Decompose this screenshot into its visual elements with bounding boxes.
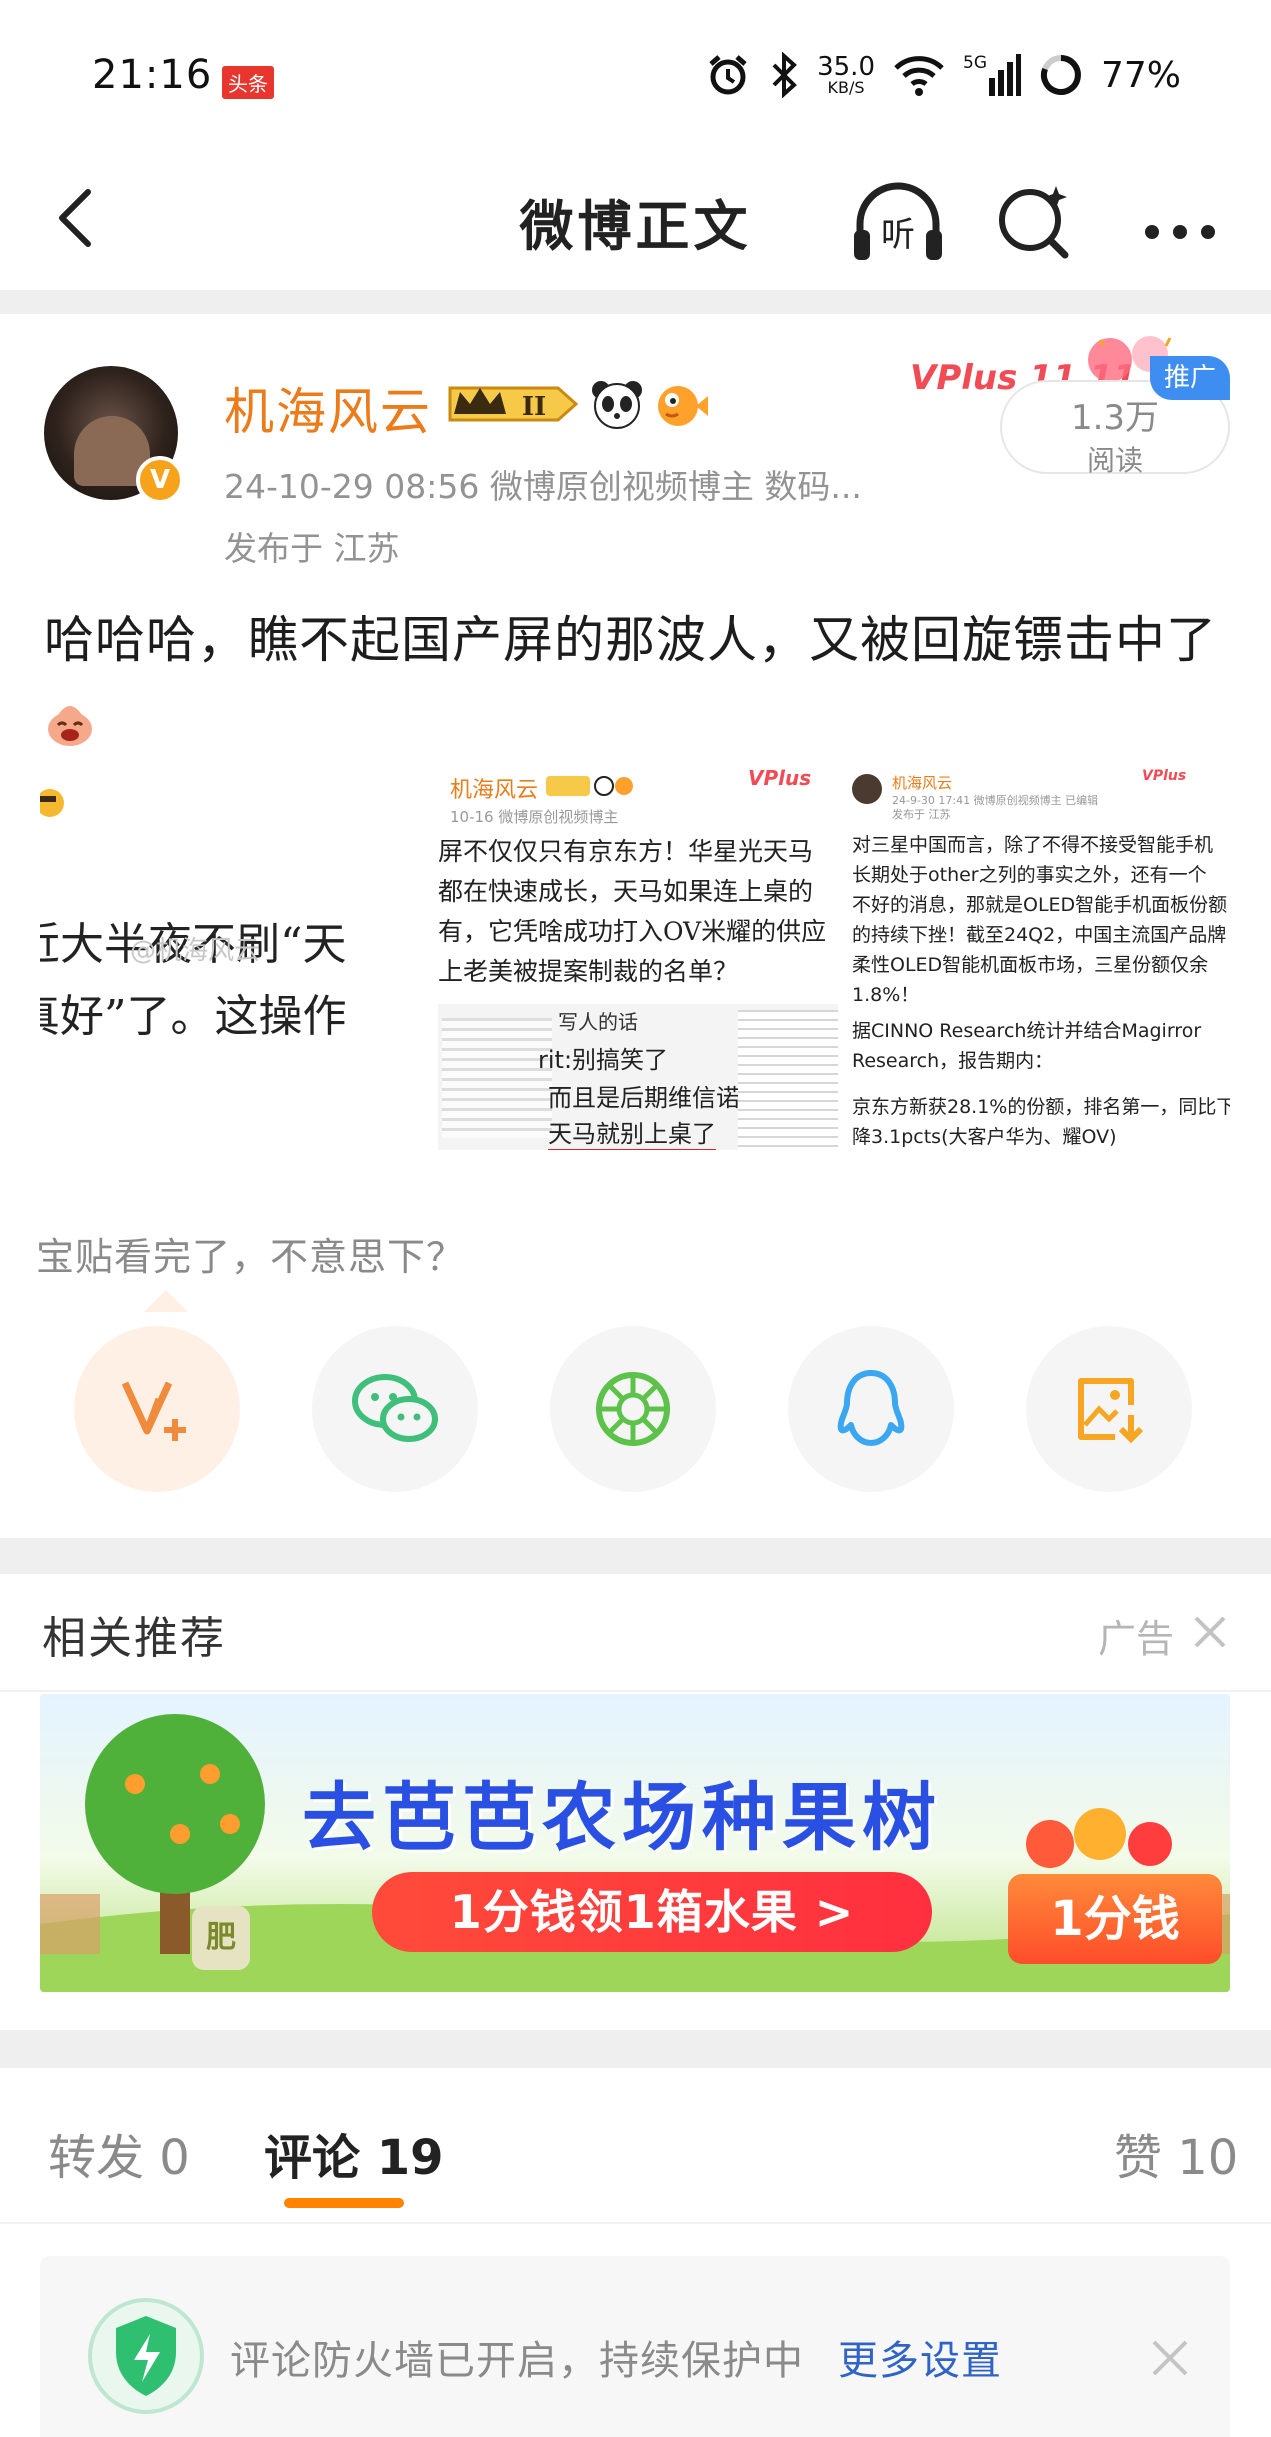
listen-headphones-icon[interactable]: 听 (848, 176, 948, 266)
tab-like[interactable]: 赞 10 (1114, 2118, 1238, 2188)
page-title: 微博正文 (519, 195, 752, 258)
image3-p3: 京东方新获28.1%的份额，排名第一，同比下 降3.1pcts(大客户华为、耀OV… (852, 1096, 1230, 1148)
fertilizer-bag: 肥 (192, 1906, 250, 1970)
section-divider (0, 2030, 1271, 2068)
save-image-icon (1078, 1378, 1144, 1444)
wifi-icon (894, 56, 944, 96)
nav-bar: 微博正文 听 (0, 160, 1271, 290)
panda-icon (592, 381, 642, 429)
tab-forward[interactable]: 转发 0 (48, 2118, 190, 2188)
wechat-icon (352, 1374, 438, 1442)
share-moments-button[interactable] (550, 1326, 716, 1492)
share-prompt: 宝贴看完了，不意思下？ (36, 1235, 466, 1279)
recommend-divider (0, 1690, 1271, 1692)
alarm-icon (709, 55, 747, 95)
laughing-emoji-icon (48, 706, 92, 746)
image2-doc-thumb (442, 1018, 552, 1138)
image2-sub4: 天马就别上桌了 (548, 1114, 716, 1150)
image2-badges-icon (546, 776, 633, 796)
post-body: 哈哈哈，瞧不起国产屏的那波人，又被回旋镖击中了 (44, 598, 1224, 766)
image3-avatar (852, 774, 882, 804)
promoted-tag[interactable]: 推广 (1150, 356, 1230, 400)
image3-logo: VPlus (1142, 768, 1187, 784)
close-ad-icon[interactable] (1190, 1612, 1230, 1652)
image2-line4: 上老美被提案制裁的名单？ (438, 957, 739, 986)
battery-ring-icon (1040, 55, 1081, 95)
banner-cta-button[interactable]: 1分钱领1箱水果 > (372, 1872, 932, 1952)
status-time: 21:16 (92, 52, 213, 98)
post-location: 发布于 江苏 (224, 529, 400, 568)
image2-collage: 写人的话 rit:别搞笑了 而且是后期维信诺 天马就别上桌了 (438, 1004, 838, 1150)
image2-sub2: rit:别搞笑了 (538, 1046, 669, 1074)
svg-text:听: 听 (881, 215, 915, 255)
image1-watermark: @机海风云 (130, 936, 261, 966)
image2-line2: 都在快速成长，天马如果连上桌的 (438, 877, 814, 906)
interaction-tabs: 转发 0 评论 19 赞 10 (0, 2100, 1271, 2220)
section-divider (0, 290, 1271, 314)
status-icons: 35.0 KB/S 5G 77% (705, 52, 1181, 98)
image2-sub1: 写人的话 (558, 1010, 638, 1034)
close-notice-icon[interactable] (1148, 2336, 1192, 2380)
more-options-icon[interactable] (1130, 176, 1230, 266)
share-wechat-button[interactable] (312, 1326, 478, 1492)
image1-line2: 真好”了。这操作 (40, 991, 347, 1042)
moments-icon (596, 1372, 670, 1446)
svg-text:5G: 5G (963, 53, 987, 73)
cellular-signal-icon: 5G (963, 53, 1021, 96)
bluetooth-icon (772, 52, 797, 98)
post-text: 哈哈哈，瞧不起国产屏的那波人，又被回旋镖击中了 (44, 611, 1217, 669)
share-qq-button[interactable] (788, 1326, 954, 1492)
battery-percent: 77% (1100, 54, 1181, 96)
puffer-fish-icon (658, 386, 708, 426)
verified-v-badge: V (136, 456, 184, 504)
net-speed: 35.0 KB/S (817, 52, 875, 97)
shield-lightning-icon (88, 2298, 204, 2414)
emoji-fragment-icon (40, 789, 64, 817)
search-icon[interactable] (990, 176, 1080, 266)
post-image-strip: 近大半夜不刷“天 真好”了。这操作 @机海风云 机海风云 VPlus 10-16… (40, 760, 1230, 1150)
image2-sub3: 而且是后期维信诺 (548, 1084, 740, 1112)
related-recommend-title: 相关推荐 (42, 1613, 226, 1664)
post-image-2[interactable]: 机海风云 VPlus 10-16 微博原创视频博主 屏不仅仅只有京东方！华星光天… (438, 760, 838, 1150)
status-bar: 21:16 头条 35.0 KB/S 5G 77% (0, 0, 1271, 160)
share-prompt-pointer (144, 1290, 188, 1312)
ad-label: 广告 (1098, 1617, 1175, 1661)
tabs-divider (0, 2222, 1271, 2224)
section-divider (0, 1538, 1271, 1574)
banner-title: 去芭芭农场种果树 (302, 1775, 942, 1861)
share-save-image-button[interactable] (1026, 1326, 1192, 1492)
svg-text:II: II (522, 392, 546, 422)
image2-line3: 有，它凭啥成功打入OV米耀的供应 (438, 917, 827, 946)
tab-comment[interactable]: 评论 19 (264, 2118, 444, 2188)
author-name[interactable]: 机海风云 (224, 372, 432, 444)
comment-firewall-notice: 评论防火墙已开启，持续保护中 更多设置 (40, 2256, 1230, 2437)
firewall-text: 评论防火墙已开启，持续保护中 (230, 2338, 804, 2384)
image3-author: 机海风云 (892, 774, 953, 792)
news-badge: 头条 (222, 66, 274, 99)
banner-price-tag: 1分钱 (1008, 1874, 1222, 1964)
post-image-1[interactable]: 近大半夜不刷“天 真好”了。这操作 @机海风云 (40, 760, 435, 1150)
image3-location: 发布于 江苏 (892, 808, 951, 821)
image2-logo: VPlus (748, 766, 812, 790)
image2-line1: 屏不仅仅只有京东方！华星光天马 (438, 837, 814, 866)
more-settings-link[interactable]: 更多设置 (838, 2328, 1002, 2386)
post-meta: 24-10-29 08:56 微博原创视频博主 数码... (224, 467, 862, 506)
image2-author: 机海风云 (450, 778, 539, 803)
image3-p1: 对三星中国而言，除了不得不接受智能手机 长期处于other之列的事实之外，还有一个… (852, 834, 1228, 1006)
image3-p2: 据CINNO Research统计并结合Magirror Research，报告期… (852, 1020, 1202, 1072)
image2-date: 10-16 微博原创视频博主 (450, 808, 619, 826)
share-vplus-button[interactable] (74, 1326, 240, 1492)
qq-icon (837, 1370, 905, 1446)
post-image-3[interactable]: 机海风云 VPlus 24-9-30 17:41 微博原创视频博主 已编辑 发布… (840, 760, 1230, 1150)
farm-ad-banner[interactable]: 肥 去芭芭农场种果树 1分钱领1箱水果 > 1分钱 (40, 1694, 1230, 1992)
member-crown-badge-icon[interactable]: II (446, 380, 580, 428)
vplus-icon (121, 1381, 186, 1441)
image2-chat-thumb (738, 1010, 838, 1150)
active-tab-indicator (284, 2198, 404, 2208)
